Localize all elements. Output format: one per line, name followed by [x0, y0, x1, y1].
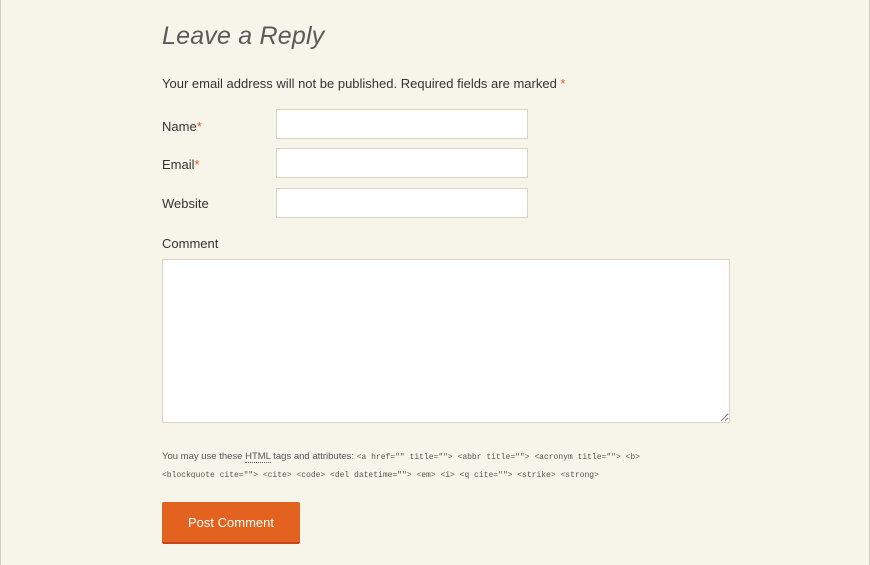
html-abbr: HTML	[245, 451, 271, 463]
allowed-tags-code-line-1: <a href="" title=""> <abbr title=""> <ac…	[356, 453, 640, 462]
email-label-text: Email	[162, 157, 195, 172]
reply-title: Leave a Reply	[162, 22, 325, 50]
name-label-text: Name	[162, 119, 197, 134]
comment-notes: Your email address will not be published…	[162, 76, 565, 91]
post-comment-button[interactable]: Post Comment	[162, 502, 300, 544]
comment-notes-text: Your email address will not be published…	[162, 76, 557, 91]
required-marker: *	[560, 76, 566, 91]
allowed-tags-suffix: tags and attributes:	[273, 451, 355, 462]
email-field[interactable]	[276, 148, 528, 178]
comment-textarea[interactable]	[162, 259, 730, 423]
allowed-tags-code-line-2: <blockquote cite=""> <cite> <code> <del …	[162, 471, 599, 480]
name-field[interactable]	[276, 109, 528, 139]
comment-label: Comment	[162, 236, 219, 251]
allowed-tags-note: You may use these HTML tags and attribut…	[162, 448, 742, 484]
name-required-marker: *	[196, 119, 202, 134]
email-required-marker: *	[194, 157, 200, 172]
name-label: Name*	[162, 119, 202, 134]
website-label: Website	[162, 196, 209, 211]
comment-section: Leave a Reply Your email address will no…	[0, 0, 870, 565]
email-label: Email*	[162, 157, 200, 172]
allowed-tags-prefix: You may use these	[162, 451, 243, 462]
website-field[interactable]	[276, 188, 528, 218]
